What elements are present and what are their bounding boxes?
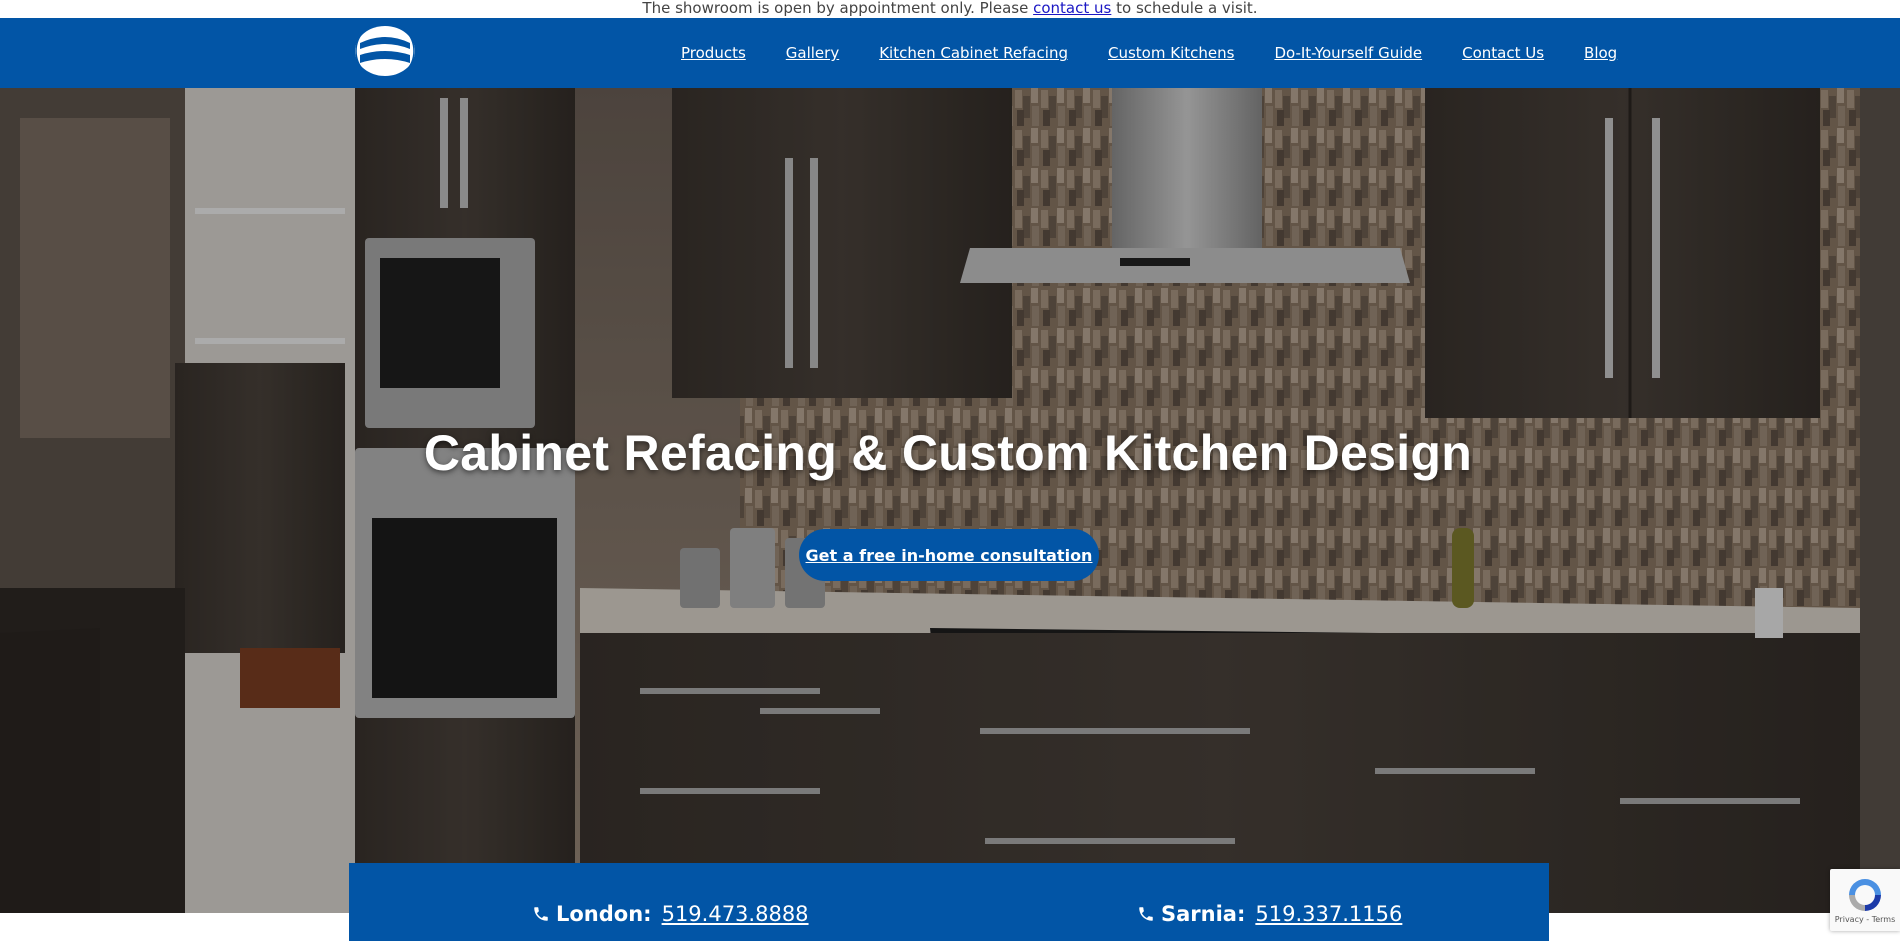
- london-phone-link[interactable]: 519.473.8888: [662, 902, 809, 926]
- sarnia-phone-link[interactable]: 519.337.1156: [1255, 902, 1402, 926]
- announcement-bar: The showroom is open by appointment only…: [0, 0, 1900, 18]
- kitchen-saver-logo[interactable]: [354, 21, 416, 81]
- hero-overlay: [0, 88, 1900, 913]
- nav-contact-us[interactable]: Contact Us: [1462, 44, 1544, 62]
- recaptcha-icon: [1849, 879, 1881, 911]
- free-consultation-button[interactable]: Get a free in-home consultation: [799, 529, 1099, 581]
- nav-gallery[interactable]: Gallery: [786, 44, 839, 62]
- nav-diy-guide[interactable]: Do-It-Yourself Guide: [1274, 44, 1422, 62]
- nav-blog[interactable]: Blog: [1584, 44, 1617, 62]
- announcement-text-before: The showroom is open by appointment only…: [642, 0, 1029, 17]
- nav-custom-kitchens[interactable]: Custom Kitchens: [1108, 44, 1234, 62]
- nav-kitchen-cabinet-refacing[interactable]: Kitchen Cabinet Refacing: [879, 44, 1068, 62]
- site-header: Products Gallery Kitchen Cabinet Refacin…: [0, 18, 1900, 88]
- recaptcha-links[interactable]: Privacy - Terms: [1830, 915, 1900, 924]
- phone-icon: [534, 907, 548, 921]
- main-nav: Products Gallery Kitchen Cabinet Refacin…: [681, 18, 1617, 88]
- location-sarnia: Sarnia: 519.337.1156: [1137, 900, 1402, 928]
- phone-strip: London: 519.473.8888 Sarnia: 519.337.115…: [349, 863, 1549, 941]
- recaptcha-badge[interactable]: Privacy - Terms: [1830, 869, 1900, 931]
- location-label: London:: [556, 902, 652, 926]
- nav-products[interactable]: Products: [681, 44, 746, 62]
- hero-section: Cabinet Refacing & Custom Kitchen Design…: [0, 88, 1900, 913]
- location-label: Sarnia:: [1161, 902, 1246, 926]
- phone-icon: [1139, 907, 1153, 921]
- hero-title: Cabinet Refacing & Custom Kitchen Design: [423, 425, 1473, 481]
- announcement-text-after: to schedule a visit.: [1116, 0, 1258, 17]
- location-london: London: 519.473.8888: [532, 900, 809, 928]
- contact-us-link[interactable]: contact us: [1033, 0, 1111, 17]
